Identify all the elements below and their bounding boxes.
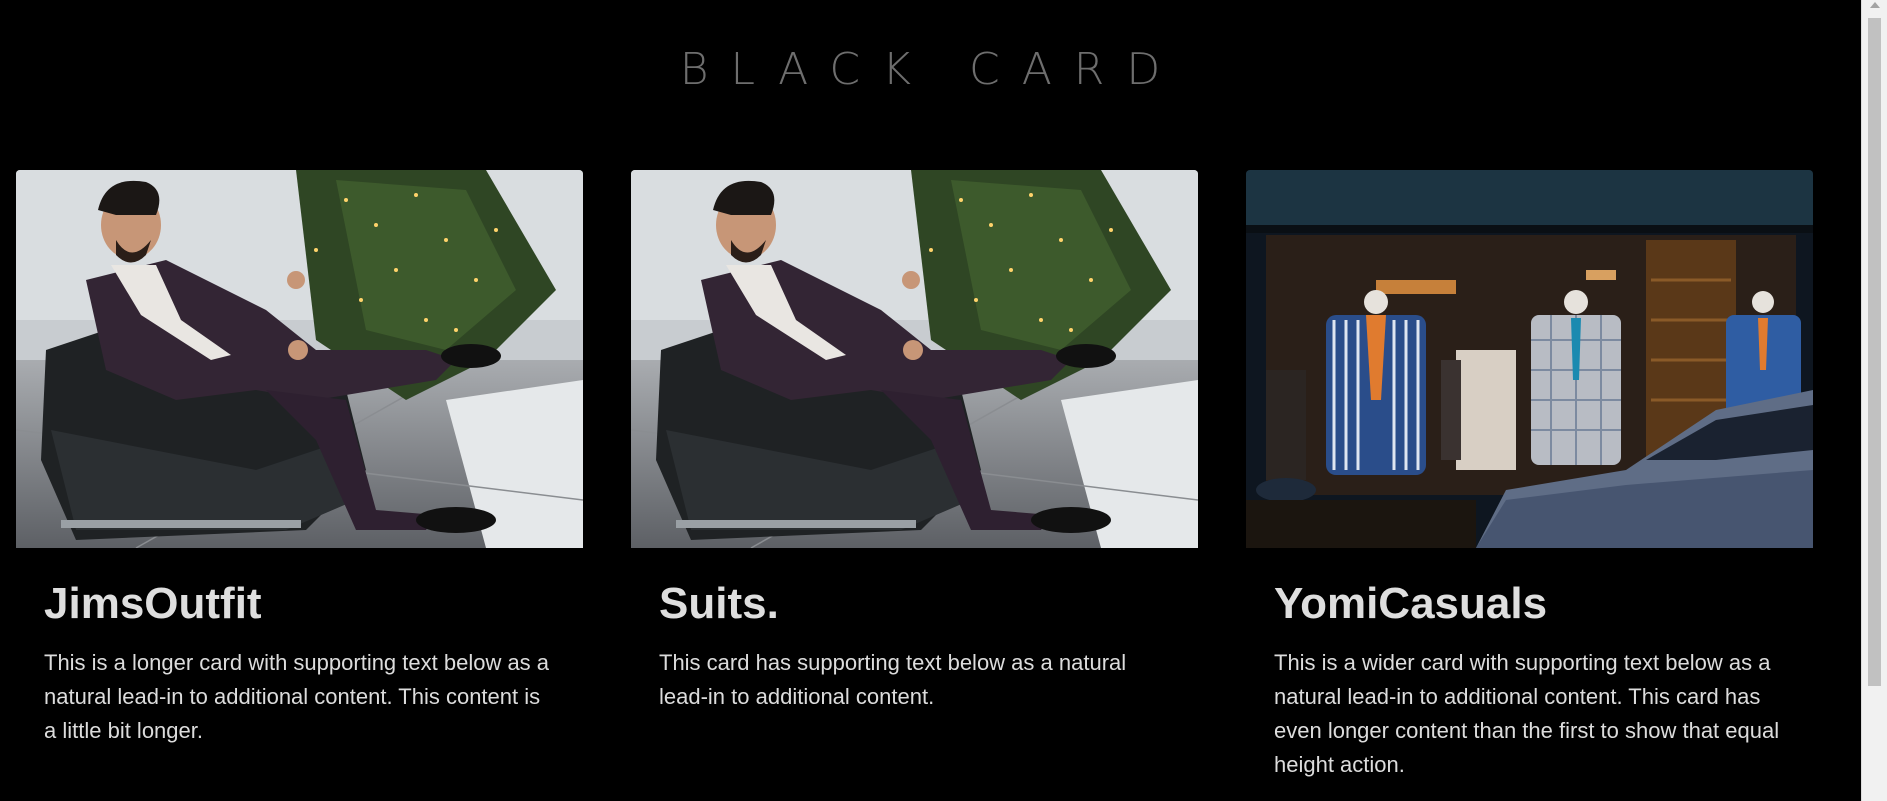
card-text: This card has supporting text below as a… — [659, 650, 1127, 709]
scrollbar-thumb[interactable] — [1868, 18, 1881, 686]
scroll-up-arrow-icon[interactable] — [1870, 2, 1880, 8]
card-yomicasuals[interactable]: YomiCasuals This is a wider card with su… — [1246, 170, 1813, 801]
card-image-man-in-chair — [16, 170, 583, 548]
card-body: JimsOutfit This is a longer card with su… — [16, 578, 583, 748]
brand-logo[interactable]: BLACK CARD — [0, 44, 1862, 96]
card-jimsoutfit[interactable]: JimsOutfit This is a longer card with su… — [16, 170, 583, 801]
card-image-man-in-chair — [631, 170, 1198, 548]
card-body: YomiCasuals This is a wider card with su… — [1246, 578, 1813, 782]
card-suits[interactable]: Suits. This card has supporting text bel… — [631, 170, 1198, 801]
card-body: Suits. This card has supporting text bel… — [631, 578, 1198, 714]
card-text: This is a longer card with supporting te… — [44, 650, 550, 743]
vertical-scrollbar[interactable] — [1861, 0, 1887, 801]
card-image-shop-window — [1246, 170, 1813, 548]
page: BLACK CARD JimsOutfit This is a longer c… — [0, 0, 1887, 801]
card-title: Suits. — [659, 579, 779, 628]
card-group: JimsOutfit This is a longer card with su… — [16, 170, 1816, 801]
card-title: JimsOutfit — [44, 579, 262, 628]
card-title: YomiCasuals — [1274, 579, 1548, 628]
card-text: This is a wider card with supporting tex… — [1274, 650, 1780, 777]
